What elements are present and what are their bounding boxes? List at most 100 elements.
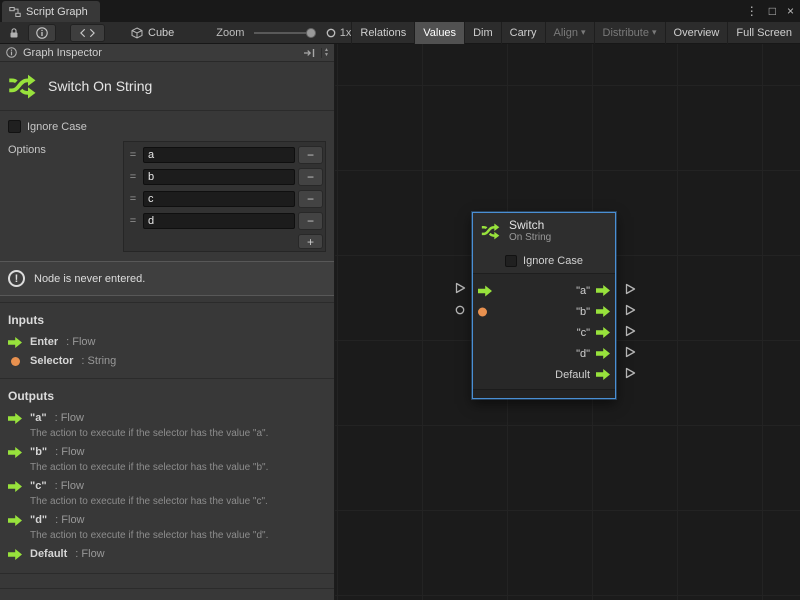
drag-handle-icon[interactable]: = bbox=[126, 149, 140, 161]
node-footer bbox=[473, 389, 615, 398]
remove-option-button[interactable]: − bbox=[298, 212, 323, 230]
output-port-d: "d" : Flow bbox=[0, 510, 334, 529]
port-row-b: "b" bbox=[473, 301, 615, 322]
port-row-c: "c" bbox=[473, 322, 615, 343]
carry-button[interactable]: Carry bbox=[501, 22, 545, 44]
ignore-case-label: Ignore Case bbox=[523, 255, 583, 267]
align-button[interactable]: Align▾ bbox=[545, 22, 594, 44]
graph-target[interactable]: Cube bbox=[131, 27, 174, 39]
option-row: = − bbox=[126, 144, 323, 166]
selector-port[interactable] bbox=[478, 307, 487, 316]
option-row: = − bbox=[126, 166, 323, 188]
flow-output-connector-b[interactable] bbox=[624, 304, 636, 316]
flow-arrow-icon bbox=[8, 481, 22, 492]
drag-handle-icon[interactable]: = bbox=[126, 193, 140, 205]
switch-node[interactable]: Switch On String Ignore Case "a" "b" bbox=[472, 212, 616, 399]
fullscreen-button[interactable]: Full Screen bbox=[727, 22, 800, 44]
flow-input-connector[interactable] bbox=[454, 282, 466, 294]
flow-output-connector-c[interactable] bbox=[624, 325, 636, 337]
scroll-spinner-icon[interactable]: ▲▼ bbox=[321, 48, 331, 58]
relations-button[interactable]: Relations bbox=[351, 22, 414, 44]
remove-option-button[interactable]: − bbox=[298, 146, 323, 164]
warning-banner: ! Node is never entered. bbox=[0, 261, 334, 296]
node-title: Switch bbox=[509, 219, 551, 232]
flow-arrow-icon bbox=[8, 447, 22, 458]
zoom-dot-icon bbox=[326, 28, 336, 38]
ignore-case-row: Ignore Case bbox=[0, 111, 334, 135]
lock-icon[interactable] bbox=[8, 27, 20, 39]
input-port-selector: Selector : String bbox=[0, 351, 334, 370]
output-port-d[interactable] bbox=[596, 348, 610, 359]
output-desc-c: The action to execute if the selector ha… bbox=[0, 495, 334, 510]
dim-button[interactable]: Dim bbox=[464, 22, 501, 44]
remove-option-button[interactable]: − bbox=[298, 190, 323, 208]
option-input-0[interactable] bbox=[143, 147, 295, 163]
flow-output-connector-d[interactable] bbox=[624, 346, 636, 358]
flow-output-connector-default[interactable] bbox=[624, 367, 636, 379]
values-button[interactable]: Values bbox=[414, 22, 464, 44]
node-header: Switch On String bbox=[473, 213, 615, 249]
warning-text: Node is never entered. bbox=[34, 273, 145, 285]
ignore-case-label: Ignore Case bbox=[27, 121, 87, 133]
window-maximize-icon[interactable]: □ bbox=[769, 4, 776, 18]
flow-arrow-icon bbox=[8, 515, 22, 526]
output-desc-a: The action to execute if the selector ha… bbox=[0, 427, 334, 442]
node-subtitle: On String bbox=[509, 232, 551, 244]
graph-canvas[interactable]: Switch On String Ignore Case "a" "b" bbox=[335, 44, 800, 600]
value-input-connector[interactable] bbox=[455, 305, 465, 315]
distribute-button[interactable]: Distribute▾ bbox=[594, 22, 665, 44]
output-port-a: "a" : Flow bbox=[0, 408, 334, 427]
option-input-2[interactable] bbox=[143, 191, 295, 207]
ignore-case-checkbox[interactable] bbox=[8, 120, 21, 133]
option-input-3[interactable] bbox=[143, 213, 295, 229]
option-row: = − bbox=[126, 188, 323, 210]
output-port-a[interactable] bbox=[596, 285, 610, 296]
window-close-icon[interactable]: × bbox=[787, 4, 794, 18]
drag-handle-icon[interactable]: = bbox=[126, 215, 140, 227]
port-row-default: Default bbox=[473, 364, 615, 385]
overview-button[interactable]: Overview bbox=[665, 22, 728, 44]
option-row: = − bbox=[126, 210, 323, 232]
options-label: Options bbox=[8, 141, 123, 252]
zoom-value: 1x bbox=[340, 27, 352, 39]
ignore-case-checkbox[interactable] bbox=[505, 255, 517, 267]
flow-arrow-icon bbox=[8, 337, 22, 348]
dock-icon[interactable] bbox=[303, 48, 315, 58]
graph-toolbar: Cube Zoom 1x Relations Values Dim Carry … bbox=[0, 22, 800, 44]
outputs-header: Outputs bbox=[0, 379, 334, 408]
node-title-block: Switch On String bbox=[0, 62, 334, 111]
drag-handle-icon[interactable]: = bbox=[126, 171, 140, 183]
flow-output-connector-a[interactable] bbox=[624, 283, 636, 295]
inspector-toggle-button[interactable] bbox=[28, 24, 56, 42]
output-port-default[interactable] bbox=[596, 369, 610, 380]
switch-icon bbox=[481, 221, 501, 241]
zoom-slider-handle[interactable] bbox=[306, 28, 316, 38]
flow-arrow-icon bbox=[8, 413, 22, 424]
window-menu-icon[interactable]: ⋮ bbox=[746, 4, 758, 18]
edit-source-button[interactable] bbox=[70, 24, 105, 42]
chevron-down-icon: ▾ bbox=[581, 27, 586, 38]
output-port-b[interactable] bbox=[596, 306, 610, 317]
remove-option-button[interactable]: − bbox=[298, 168, 323, 186]
zoom-slider[interactable] bbox=[254, 32, 313, 34]
tab-script-graph[interactable]: Script Graph bbox=[2, 1, 100, 22]
code-icon bbox=[80, 28, 95, 38]
zoom-reset-button[interactable]: 1x bbox=[326, 27, 352, 39]
string-dot-icon bbox=[8, 357, 22, 366]
target-label: Cube bbox=[148, 27, 174, 39]
zoom-label: Zoom bbox=[216, 27, 244, 39]
input-port-enter: Enter : Flow bbox=[0, 332, 334, 351]
graph-inspector-panel: Graph Inspector ▲▼ Switch On String Igno… bbox=[0, 44, 335, 600]
flow-arrow-icon bbox=[8, 549, 22, 560]
node-ports: "a" "b" "c" "d" Default bbox=[473, 273, 615, 389]
options-list: = − = − = − = − + bbox=[123, 141, 326, 252]
chevron-down-icon: ▾ bbox=[652, 27, 657, 38]
inspector-header-title: Graph Inspector bbox=[23, 47, 102, 59]
window-tab-bar: Script Graph ⋮ □ × bbox=[0, 0, 800, 22]
options-block: Options = − = − = − = − bbox=[0, 135, 334, 252]
add-option-button[interactable]: + bbox=[298, 234, 323, 249]
output-port-c[interactable] bbox=[596, 327, 610, 338]
enter-port[interactable] bbox=[478, 285, 492, 296]
option-input-1[interactable] bbox=[143, 169, 295, 185]
output-port-c: "c" : Flow bbox=[0, 476, 334, 495]
